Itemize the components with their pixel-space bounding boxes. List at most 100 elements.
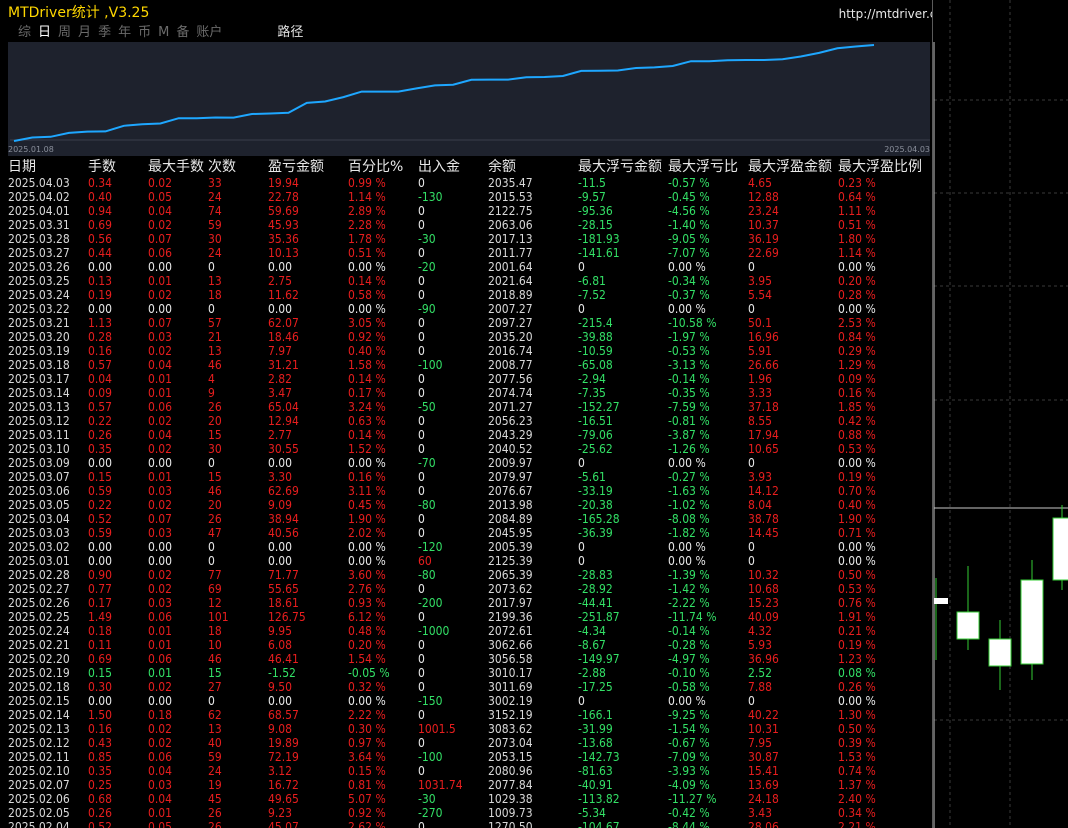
table-cell: 2025.02.10 (8, 764, 70, 778)
table-cell: 47 (208, 526, 222, 540)
table-cell: 126.75 (268, 610, 306, 624)
table-cell: -120 (418, 540, 443, 554)
table-cell: 0.04 (88, 372, 113, 386)
table-cell: 0.16 % (838, 386, 876, 400)
table-cell: -0.57 % (668, 176, 710, 190)
table-cell: -33.19 (578, 484, 613, 498)
table-cell: 0.21 % (838, 624, 876, 638)
table-cell: 2063.06 (488, 218, 533, 232)
table-cell: 16.72 (268, 778, 299, 792)
table-cell: 0 (418, 386, 425, 400)
table-cell: 3056.58 (488, 652, 533, 666)
table-cell: 20 (208, 498, 222, 512)
table-cell: 22.69 (748, 246, 779, 260)
tab-6[interactable]: 币 (138, 24, 151, 42)
table-cell: 0.26 % (838, 680, 876, 694)
table-cell: 1001.5 (418, 722, 456, 736)
table-cell: 2018.89 (488, 288, 533, 302)
table-cell: -152.27 (578, 400, 620, 414)
column-header: 最大浮盈金额 (748, 159, 832, 175)
table-cell: -4.56 % (668, 204, 710, 218)
tab-10[interactable]: 路径 (277, 24, 303, 42)
table-cell: 3.05 % (348, 316, 386, 330)
table-cell: 0 (418, 204, 425, 218)
table-cell: 0.18 (88, 624, 113, 638)
table-cell: 27 (208, 680, 222, 694)
tab-7[interactable]: M (158, 24, 169, 42)
table-cell: 3.43 (748, 806, 773, 820)
table-cell: 3010.17 (488, 666, 533, 680)
tab-4[interactable]: 季 (98, 24, 111, 42)
table-cell: 0 (418, 484, 425, 498)
table-cell: 0.16 (88, 722, 113, 736)
table-cell: 3.24 % (348, 400, 386, 414)
table-cell: 0 (418, 526, 425, 540)
table-cell: 2025.03.19 (8, 344, 70, 358)
table-cell: -165.28 (578, 512, 620, 526)
candle (988, 638, 1012, 667)
equity-end-date: 2025.04.03 (884, 145, 930, 154)
table-cell: 0.81 % (348, 778, 386, 792)
tab-9[interactable]: 账户 (196, 24, 222, 42)
tab-1[interactable]: 日 (38, 24, 51, 42)
table-cell: 2025.03.04 (8, 512, 70, 526)
table-cell: 1.14 % (838, 246, 876, 260)
table-row: 2025.03.09 0.00 0.00 0 0.00 0.00 % -70 2009.97 0… (0, 456, 932, 470)
table-cell: 0.48 % (348, 624, 386, 638)
table-cell: 0.20 % (348, 638, 386, 652)
table-cell: 0.00 (148, 694, 173, 708)
table-cell: 0.84 % (838, 330, 876, 344)
table-cell: -0.34 % (668, 274, 710, 288)
table-cell: -251.87 (578, 610, 620, 624)
table-cell: 0.94 (88, 204, 113, 218)
table-cell: 9.23 (268, 806, 293, 820)
table-cell: 2079.97 (488, 470, 533, 484)
column-header: 最大浮亏金额 (578, 159, 662, 175)
table-cell: -30 (418, 232, 436, 246)
table-cell: 0.19 % (838, 638, 876, 652)
table-cell: -104.67 (578, 820, 620, 828)
table-cell: 71.77 (268, 568, 299, 582)
table-cell: 0.15 % (348, 764, 386, 778)
table-cell: 14.45 (748, 526, 779, 540)
table-cell: -7.07 % (668, 246, 710, 260)
table-cell: 0.02 (148, 568, 173, 582)
table-cell: -7.59 % (668, 400, 710, 414)
table-cell: 1.58 % (348, 358, 386, 372)
table-cell: 0.00 % (348, 554, 386, 568)
table-cell: 2011.77 (488, 246, 533, 260)
table-cell: -31.99 (578, 722, 613, 736)
website-link[interactable]: http://mtdriver.cn (839, 6, 932, 22)
table-cell: 2072.61 (488, 624, 533, 638)
table-cell: 1.23 % (838, 652, 876, 666)
table-cell: 0 (208, 694, 215, 708)
table-cell: -30 (418, 792, 436, 806)
tab-0[interactable]: 综 (18, 24, 31, 42)
table-cell: 2025.02.06 (8, 792, 70, 806)
tab-2[interactable]: 周 (58, 24, 71, 42)
table-cell: 10.37 (748, 218, 779, 232)
table-cell: 1.30 % (838, 708, 876, 722)
tab-3[interactable]: 月 (78, 24, 91, 42)
table-cell: -17.25 (578, 680, 613, 694)
tab-5[interactable]: 年 (118, 24, 131, 42)
table-cell: -7.52 (578, 288, 606, 302)
table-row: 2025.03.28 0.56 0.07 30 35.36 1.78 % -30 2017.1… (0, 232, 932, 246)
daily-stats-table: 2025.04.03 0.34 0.02 33 19.94 0.99 % 0 2035.47 -… (0, 176, 932, 828)
table-cell: 3011.69 (488, 680, 533, 694)
table-cell: 0 (418, 246, 425, 260)
table-cell: 0.03 (148, 526, 173, 540)
table-cell: -65.08 (578, 358, 613, 372)
column-header: 次数 (208, 159, 236, 175)
table-cell: 0.00 % (838, 540, 876, 554)
table-cell: 3083.62 (488, 722, 533, 736)
table-cell: 0 (418, 414, 425, 428)
table-cell: 3002.19 (488, 694, 533, 708)
table-cell: 1.54 % (348, 652, 386, 666)
table-cell: -0.53 % (668, 344, 710, 358)
table-cell: 3.12 (268, 764, 293, 778)
table-cell: 0 (418, 680, 425, 694)
tab-8[interactable]: 备 (176, 24, 189, 42)
table-cell: -20.38 (578, 498, 613, 512)
table-row: 2025.03.01 0.00 0.00 0 0.00 0.00 % 60 2125.39 0 0… (0, 554, 932, 568)
